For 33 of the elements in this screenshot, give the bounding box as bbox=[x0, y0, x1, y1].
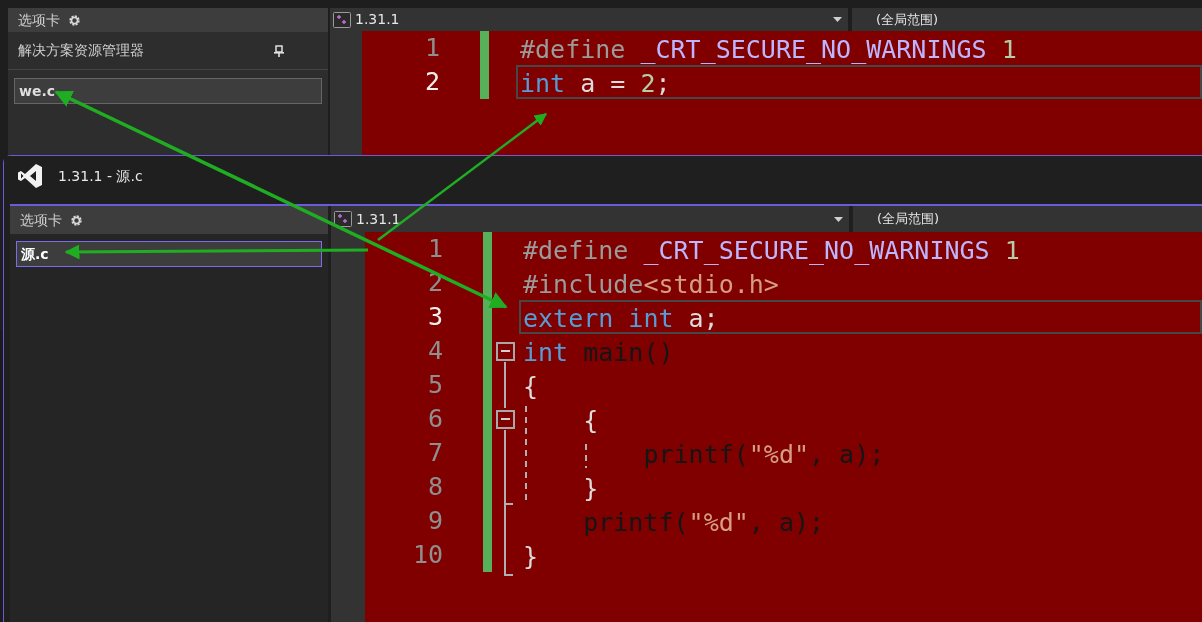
tool-tab[interactable]: 选项卡 bbox=[8, 8, 328, 32]
code-line: { bbox=[523, 371, 539, 400]
code-line: #include<stdio.h> bbox=[523, 269, 779, 298]
code-line: #define _CRT_SECURE_NO_WARNINGS 1 bbox=[523, 235, 1020, 264]
code-line: printf("%d", a); bbox=[643, 439, 885, 468]
code-line: extern int a; bbox=[523, 303, 719, 332]
line-number: 1 bbox=[423, 32, 440, 64]
line-number: 9 bbox=[426, 505, 443, 537]
file-item[interactable]: we.c bbox=[14, 78, 322, 104]
code-line: { bbox=[583, 405, 599, 434]
line-number: 3 bbox=[426, 301, 443, 333]
project-dropdown[interactable]: 1.31.1 bbox=[331, 206, 849, 232]
line-number: 6 bbox=[426, 403, 443, 435]
code-line: printf("%d", a); bbox=[583, 507, 825, 536]
code-line: #define _CRT_SECURE_NO_WARNINGS 1 bbox=[520, 34, 1017, 63]
scope-dropdown[interactable]: (全局范围) bbox=[852, 8, 1202, 31]
code-line: } bbox=[583, 473, 599, 502]
code-line: } bbox=[523, 541, 539, 570]
window-title: 1.31.1 - 源.c bbox=[58, 166, 143, 186]
project-dropdown[interactable]: 1.31.1 bbox=[330, 8, 848, 31]
tool-tab[interactable]: 选项卡 bbox=[10, 206, 328, 234]
line-number: 10 bbox=[411, 539, 443, 571]
line-number: 4 bbox=[426, 335, 443, 367]
line-number: 2 bbox=[423, 66, 440, 98]
line-number: 7 bbox=[426, 437, 443, 469]
line-number: 5 bbox=[426, 369, 443, 401]
scope-dropdown[interactable]: (全局范围) bbox=[853, 206, 1202, 232]
line-number: 1 bbox=[426, 233, 443, 265]
code-line: int a = 2; bbox=[520, 68, 671, 97]
file-item[interactable]: 源.c bbox=[16, 241, 322, 267]
code-line: int main() bbox=[523, 337, 674, 366]
panel-title: 解决方案资源管理器 bbox=[18, 41, 144, 60]
line-number: 8 bbox=[426, 471, 443, 503]
